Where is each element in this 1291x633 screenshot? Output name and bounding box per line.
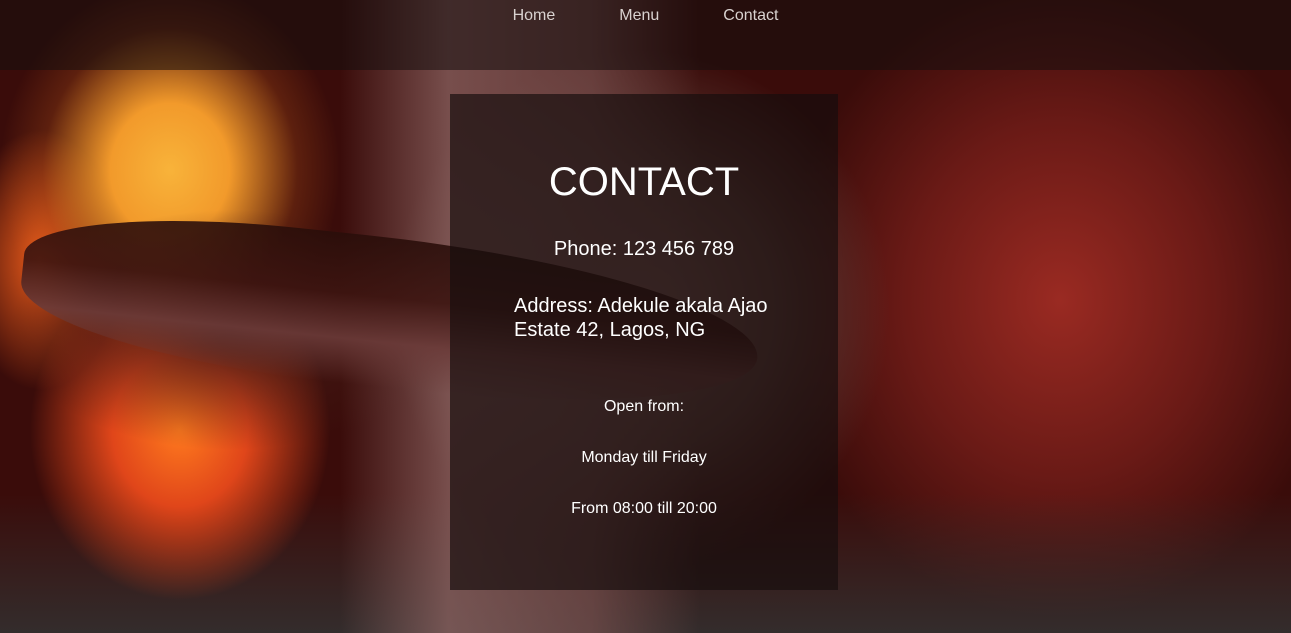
nav-item-contact: Contact bbox=[691, 7, 810, 25]
nav-link-menu[interactable]: Menu bbox=[587, 7, 691, 24]
nav-link-contact[interactable]: Contact bbox=[691, 7, 810, 24]
nav-item-home: Home bbox=[481, 7, 588, 25]
contact-address: Address: Adekule akala Ajao Estate 42, L… bbox=[514, 295, 768, 341]
nav-link-home[interactable]: Home bbox=[481, 7, 588, 24]
nav-list: Home Menu Contact bbox=[481, 0, 811, 51]
opening-days: Monday till Friday bbox=[581, 449, 707, 466]
opening-hours-heading: Open from: bbox=[603, 398, 685, 415]
nav-item-menu: Menu bbox=[587, 7, 691, 25]
top-navbar: Home Menu Contact bbox=[0, 0, 1291, 70]
opening-times: From 08:00 till 20:00 bbox=[571, 500, 717, 517]
contact-title: CONTACT bbox=[548, 160, 740, 204]
contact-phone: Phone: 123 456 789 bbox=[553, 238, 735, 260]
